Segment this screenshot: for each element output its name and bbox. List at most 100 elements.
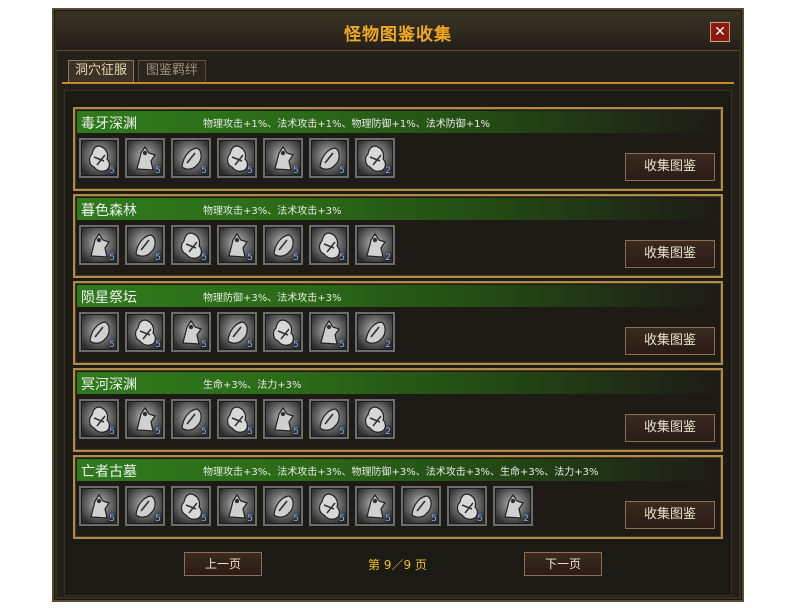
tab-divider (62, 82, 734, 84)
collect-button[interactable]: 收集图鉴 (625, 414, 715, 442)
collection-panel: 冥河深渊 生命+3%、法力+3% 5 5 5 5 5 5 2 收集图鉴 (73, 368, 723, 452)
monster-card-icon[interactable]: 5 (309, 138, 349, 178)
card-count: 5 (155, 340, 161, 350)
collect-button[interactable]: 收集图鉴 (625, 240, 715, 268)
monster-card-icon[interactable]: 5 (79, 399, 119, 439)
card-count: 5 (293, 166, 299, 176)
monster-card-icon[interactable]: 5 (447, 486, 487, 526)
monster-card-icon[interactable]: 5 (217, 486, 257, 526)
monster-card-icon[interactable]: 5 (217, 312, 257, 352)
collect-button[interactable]: 收集图鉴 (625, 327, 715, 355)
monster-card-icon[interactable]: 2 (355, 312, 395, 352)
panel-name: 陨星祭坛 (81, 290, 137, 306)
next-page-button[interactable]: 下一页 (524, 552, 602, 576)
collection-panel: 毒牙深渊 物理攻击+1%、法术攻击+1%、物理防御+1%、法术防御+1% 555… (73, 107, 723, 191)
collect-button[interactable]: 收集图鉴 (625, 153, 715, 181)
window-title: 怪物图鉴收集 (344, 25, 452, 45)
card-count: 5 (201, 340, 207, 350)
card-count: 5 (247, 514, 253, 524)
monster-card-icon[interactable]: 5 (79, 138, 119, 178)
card-count: 5 (155, 166, 161, 176)
monster-card-icon[interactable]: 5 (217, 138, 257, 178)
monster-card-icon[interactable]: 5 (263, 486, 303, 526)
monster-card-icon[interactable]: 2 (493, 486, 533, 526)
card-count: 5 (201, 427, 207, 437)
panel-header: 冥河深渊 生命+3%、法力+3% (77, 372, 717, 394)
tab-collection-bonds[interactable]: 图鉴羁绊 (138, 60, 206, 82)
panel-name: 暮色森林 (81, 203, 137, 219)
collection-list: 毒牙深渊 物理攻击+1%、法术攻击+1%、物理防御+1%、法术防御+1% 555… (64, 90, 732, 596)
monster-card-icon[interactable]: 5 (263, 138, 303, 178)
monster-card-icon[interactable]: 5 (125, 486, 165, 526)
prev-page-button[interactable]: 上一页 (184, 552, 262, 576)
card-count: 5 (247, 427, 253, 437)
monster-card-icon[interactable]: 2 (355, 399, 395, 439)
monster-card-icon[interactable]: 5 (309, 486, 349, 526)
monster-card-icon[interactable]: 5 (263, 225, 303, 265)
monster-card-icon[interactable]: 5 (217, 399, 257, 439)
monster-card-icon[interactable]: 5 (171, 399, 211, 439)
card-count: 5 (293, 427, 299, 437)
monster-card-icon[interactable]: 5 (309, 312, 349, 352)
panel-bonus: 物理攻击+3%、法术攻击+3% (203, 206, 342, 217)
panel-header: 毒牙深渊 物理攻击+1%、法术攻击+1%、物理防御+1%、法术防御+1% (77, 111, 717, 133)
collection-panel: 亡者古墓 物理攻击+3%、法术攻击+3%、物理防御+3%、法术攻击+3%、生命+… (73, 455, 723, 539)
monster-card-icon[interactable]: 5 (355, 486, 395, 526)
monster-card-icon[interactable]: 5 (171, 486, 211, 526)
panel-name: 毒牙深渊 (81, 116, 137, 132)
monster-card-icon[interactable]: 5 (125, 138, 165, 178)
monster-card-icon[interactable]: 5 (125, 225, 165, 265)
card-count: 5 (293, 514, 299, 524)
monster-card-icon[interactable]: 5 (263, 399, 303, 439)
monster-card-icon[interactable]: 5 (125, 312, 165, 352)
card-count: 5 (431, 514, 437, 524)
card-count: 5 (247, 166, 253, 176)
card-count: 5 (477, 514, 483, 524)
card-count: 5 (201, 253, 207, 263)
panel-header: 陨星祭坛 物理防御+3%、法术攻击+3% (77, 285, 717, 307)
monster-collection-window: 怪物图鉴收集 ✕ 洞穴征服 图鉴羁绊 毒牙深渊 物理攻击+1%、法术攻击+1%、… (52, 8, 744, 602)
monster-icons: 5 5 5 5 5 5 2 (79, 225, 395, 265)
card-count: 5 (201, 166, 207, 176)
monster-card-icon[interactable]: 5 (125, 399, 165, 439)
monster-icons: 5 5 5 5 5 5 2 (79, 138, 395, 178)
close-button[interactable]: ✕ (710, 22, 730, 42)
card-count: 5 (109, 340, 115, 350)
card-count: 5 (201, 514, 207, 524)
monster-card-icon[interactable]: 5 (171, 312, 211, 352)
monster-card-icon[interactable]: 5 (171, 138, 211, 178)
card-count: 2 (385, 253, 391, 263)
monster-icons: 5 5 5 5 5 5 2 (79, 399, 395, 439)
monster-icons: 5 5 5 5 5 5 2 (79, 312, 395, 352)
tab-cave-conquest[interactable]: 洞穴征服 (68, 60, 134, 82)
monster-card-icon[interactable]: 5 (171, 225, 211, 265)
panel-bonus: 物理攻击+1%、法术攻击+1%、物理防御+1%、法术防御+1% (203, 119, 490, 130)
card-count: 5 (247, 253, 253, 263)
monster-card-icon[interactable]: 5 (309, 399, 349, 439)
panel-name: 亡者古墓 (81, 464, 137, 480)
card-count: 5 (339, 340, 345, 350)
monster-card-icon[interactable]: 2 (355, 225, 395, 265)
panel-bonus: 物理防御+3%、法术攻击+3% (203, 293, 342, 304)
card-count: 5 (385, 514, 391, 524)
card-count: 2 (385, 340, 391, 350)
monster-card-icon[interactable]: 5 (79, 486, 119, 526)
monster-card-icon[interactable]: 5 (263, 312, 303, 352)
collection-panel: 陨星祭坛 物理防御+3%、法术攻击+3% 5 5 5 5 5 5 2 收集图鉴 (73, 281, 723, 365)
monster-card-icon[interactable]: 5 (217, 225, 257, 265)
card-count: 5 (247, 340, 253, 350)
card-count: 5 (339, 166, 345, 176)
panel-name: 冥河深渊 (81, 377, 137, 393)
monster-card-icon[interactable]: 2 (355, 138, 395, 178)
monster-card-icon[interactable]: 5 (401, 486, 441, 526)
card-count: 5 (293, 340, 299, 350)
monster-card-icon[interactable]: 5 (309, 225, 349, 265)
collect-button[interactable]: 收集图鉴 (625, 501, 715, 529)
monster-card-icon[interactable]: 5 (79, 225, 119, 265)
card-count: 5 (109, 514, 115, 524)
card-count: 5 (109, 166, 115, 176)
monster-icons: 5 5 5 5 5 5 5 5 5 2 (79, 486, 533, 526)
card-count: 5 (109, 427, 115, 437)
monster-card-icon[interactable]: 5 (79, 312, 119, 352)
card-count: 2 (385, 166, 391, 176)
